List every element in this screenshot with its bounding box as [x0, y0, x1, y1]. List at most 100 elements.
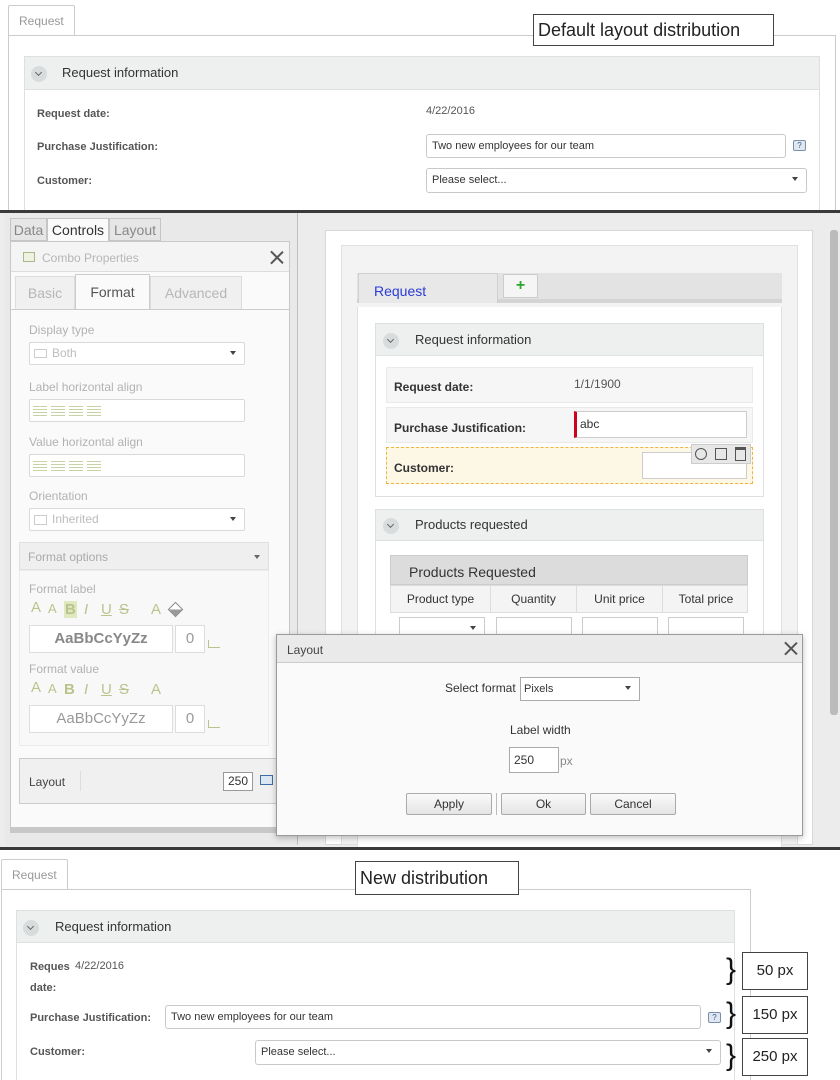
column-product-type[interactable]: Product type — [391, 586, 491, 612]
group-request-information[interactable]: Request information — [16, 910, 735, 943]
group-title: Request information — [55, 919, 172, 934]
request-date-value: 4/22/2016 — [426, 105, 475, 117]
font-color-icon[interactable]: A — [151, 601, 161, 618]
format-options-header[interactable]: Format options — [19, 542, 269, 570]
label-value-icon — [34, 349, 47, 358]
italic-icon[interactable]: I — [84, 601, 88, 618]
add-tab-button[interactable]: + — [503, 274, 538, 298]
format-label-sample-text: AaBbCcYyZz — [54, 630, 148, 647]
customer-row-selected[interactable]: Customer: — [386, 444, 753, 484]
label-width-input[interactable]: 250 — [509, 747, 559, 773]
tab-request[interactable]: Request — [1, 859, 68, 890]
font-color-icon[interactable]: A — [151, 681, 161, 698]
subtab-advanced-label: Advanced — [164, 285, 228, 301]
gear-icon[interactable] — [695, 448, 707, 460]
justification-input[interactable]: Two new employees for our team — [165, 1005, 701, 1029]
panel-scrollbar[interactable] — [11, 827, 289, 832]
align-right-icon[interactable] — [69, 461, 83, 471]
layout-edit-icon[interactable] — [260, 775, 273, 785]
justification-input[interactable]: Two new employees for our team — [426, 134, 786, 158]
tab-layout[interactable]: Layout — [109, 218, 161, 241]
combo-properties-panel: Combo Properties Basic Format Advanced D… — [10, 241, 290, 833]
column-quantity[interactable]: Quantity — [491, 586, 577, 612]
align-left-icon[interactable] — [33, 406, 47, 416]
align-justify-icon[interactable] — [87, 461, 101, 471]
format-value-sample-text: AaBbCcYyZz — [56, 710, 146, 727]
subtab-divider — [11, 309, 289, 310]
orientation-select[interactable]: Inherited — [29, 508, 245, 531]
display-type-label: Display type — [29, 323, 95, 337]
label-halign-control[interactable] — [29, 399, 245, 422]
reset-icon[interactable] — [208, 640, 220, 648]
align-justify-icon[interactable] — [87, 406, 101, 416]
font-size-down-icon[interactable]: A — [48, 681, 57, 696]
display-type-select[interactable]: Both — [29, 342, 245, 365]
justification-row[interactable]: Purchase Justification: abc — [386, 407, 753, 443]
request-date-label: Request date: — [37, 108, 110, 120]
column-unit-price[interactable]: Unit price — [577, 586, 663, 612]
subtab-advanced[interactable]: Advanced — [150, 276, 242, 310]
canvas-scrollbar[interactable] — [830, 230, 838, 715]
form-tab-request[interactable]: Request — [358, 273, 498, 303]
close-icon[interactable] — [269, 249, 285, 265]
tab-request[interactable]: Request — [8, 5, 75, 36]
tab-data[interactable]: Data — [10, 218, 47, 241]
chevron-down-icon[interactable] — [383, 333, 399, 349]
tab-controls[interactable]: Controls — [47, 218, 109, 241]
annotation-50px: 50 px — [742, 952, 808, 990]
layout-width-value[interactable]: 250 — [223, 772, 253, 791]
close-icon[interactable] — [783, 640, 799, 656]
help-glyph: ? — [797, 141, 802, 150]
customer-select[interactable]: Please select... — [255, 1040, 721, 1065]
group-request-information[interactable]: Request information — [375, 323, 764, 356]
dialog-title: Layout — [287, 643, 324, 657]
help-icon[interactable]: ? — [793, 140, 806, 151]
chevron-down-icon[interactable] — [254, 555, 260, 559]
justification-input[interactable]: abc — [574, 411, 747, 438]
orientation-icon — [34, 515, 47, 525]
underline-icon[interactable]: U — [101, 681, 112, 698]
italic-icon[interactable]: I — [84, 681, 88, 698]
align-left-icon[interactable] — [33, 461, 47, 471]
group-products-requested[interactable]: Products requested — [375, 509, 764, 541]
ok-button[interactable]: Ok — [501, 793, 586, 815]
bold-icon[interactable]: B — [64, 681, 75, 698]
select-format-value: Pixels — [524, 683, 554, 695]
subtab-basic[interactable]: Basic — [15, 276, 75, 310]
format-value-size[interactable]: 0 — [175, 705, 205, 733]
tab-request-label: Request — [12, 868, 57, 882]
copy-icon[interactable] — [715, 448, 727, 460]
font-size-up-icon[interactable]: A — [31, 599, 41, 616]
plus-icon: + — [515, 277, 526, 294]
request-date-row[interactable]: Request date: 1/1/1900 — [386, 367, 753, 403]
customer-select[interactable]: Please select... — [426, 168, 807, 193]
align-right-icon[interactable] — [69, 406, 83, 416]
chevron-down-icon[interactable] — [383, 518, 399, 534]
customer-select-value: Please select... — [432, 174, 507, 186]
bold-icon[interactable]: B — [64, 601, 77, 618]
select-format-dropdown[interactable]: Pixels — [520, 677, 640, 701]
align-center-icon[interactable] — [51, 461, 65, 471]
underline-icon[interactable]: U — [101, 601, 112, 618]
font-size-up-icon[interactable]: A — [31, 679, 41, 696]
strikethrough-icon[interactable]: S — [119, 681, 129, 698]
request-date-value: 1/1/1900 — [574, 377, 621, 391]
value-halign-control[interactable] — [29, 454, 245, 477]
apply-button[interactable]: Apply — [406, 793, 492, 815]
font-size-down-icon[interactable]: A — [48, 601, 57, 616]
group-request-information[interactable]: Request information — [24, 56, 820, 90]
reset-icon[interactable] — [208, 720, 220, 728]
group-title: Request information — [62, 65, 179, 80]
align-center-icon[interactable] — [51, 406, 65, 416]
subtab-format[interactable]: Format — [75, 274, 150, 310]
layout-width-text: 250 — [227, 774, 249, 788]
strikethrough-icon[interactable]: S — [119, 601, 129, 618]
chevron-down-icon[interactable] — [31, 66, 47, 82]
cancel-button[interactable]: Cancel — [590, 793, 676, 815]
chevron-down-icon[interactable] — [23, 920, 39, 936]
trash-icon[interactable] — [735, 447, 746, 461]
format-label-size[interactable]: 0 — [175, 625, 205, 653]
justification-label: Purchase Justification: — [37, 141, 159, 153]
column-total-price[interactable]: Total price — [663, 586, 749, 612]
help-icon[interactable]: ? — [708, 1012, 721, 1023]
